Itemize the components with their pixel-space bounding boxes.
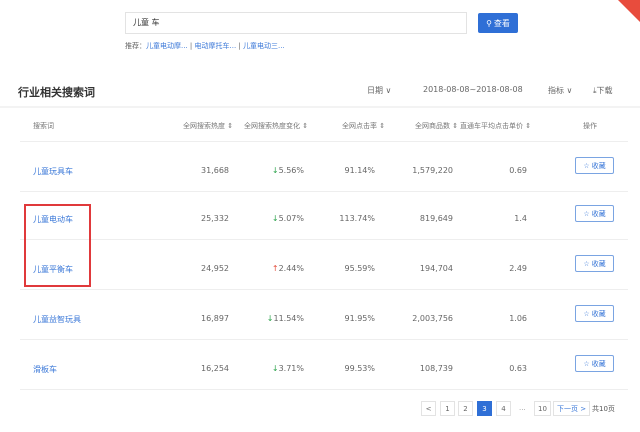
ctr-value: 91.95%: [344, 314, 375, 323]
change-value: ↓11.54%: [266, 314, 304, 323]
section-title: 行业相关搜索词: [18, 86, 95, 99]
favorite-button[interactable]: ☆ 收藏: [575, 305, 614, 322]
divider: [20, 339, 628, 340]
heat-value: 24,952: [201, 264, 229, 273]
header-heat[interactable]: 全网搜索热度 ⇕: [183, 121, 233, 131]
search-icon: ⚲: [486, 18, 492, 28]
divider: [0, 106, 640, 108]
favorite-button[interactable]: ☆ 收藏: [575, 157, 614, 174]
suggest-label: 推荐：: [125, 42, 146, 50]
items-value: 1,579,220: [412, 166, 453, 175]
suggestions: 推荐：儿童电动摩... | 电动摩托车... | 儿童电动三...: [125, 42, 285, 50]
next-page[interactable]: 下一页 >: [553, 401, 591, 416]
total-pages: 共10页: [592, 405, 615, 413]
arrow-down-icon: ↓: [271, 214, 279, 223]
ellipsis: ...: [519, 404, 526, 412]
heat-value: 16,897: [201, 314, 229, 323]
ctr-value: 91.14%: [344, 166, 375, 175]
change-value: ↑2.44%: [271, 264, 304, 273]
suggestion-link[interactable]: 儿童电动三...: [243, 42, 285, 50]
favorite-button[interactable]: ☆ 收藏: [575, 255, 614, 272]
prev-page[interactable]: <: [421, 401, 436, 416]
items-value: 108,739: [419, 364, 453, 373]
items-value: 194,704: [419, 264, 453, 273]
cpc-value: 1.06: [509, 314, 527, 323]
header-ctr[interactable]: 全网点击率 ⇕: [342, 121, 385, 131]
cpc-value: 2.49: [509, 264, 527, 273]
arrow-down-icon: ↓: [271, 364, 279, 373]
date-range[interactable]: 2018-08-08~2018-08-08: [423, 85, 523, 94]
search-button-label: 查看: [493, 18, 510, 28]
header-cpc[interactable]: 直通车平均点击单价 ⇕: [460, 121, 531, 131]
heat-value: 31,668: [201, 166, 229, 175]
ctr-value: 95.59%: [344, 264, 375, 273]
page-4[interactable]: 4: [496, 401, 511, 416]
arrow-up-icon: ↑: [271, 264, 279, 273]
metric-dropdown[interactable]: 指标 ∨: [548, 85, 572, 96]
page-10[interactable]: 10: [534, 401, 551, 416]
star-icon: ☆: [583, 259, 590, 268]
change-value: ↓5.56%: [271, 166, 304, 175]
header-action: 操作: [583, 122, 597, 130]
items-value: 2,003,756: [412, 314, 453, 323]
divider: [20, 389, 628, 390]
cpc-value: 0.63: [509, 364, 527, 373]
heat-value: 25,332: [201, 214, 229, 223]
heat-value: 16,254: [201, 364, 229, 373]
suggestion-link[interactable]: 电动摩托车...: [195, 42, 237, 50]
favorite-button[interactable]: ☆ 收藏: [575, 205, 614, 222]
header-keyword: 搜索词: [33, 122, 54, 130]
divider: [20, 141, 628, 142]
star-icon: ☆: [583, 309, 590, 318]
search-button[interactable]: ⚲ 查看: [478, 13, 518, 33]
page-2[interactable]: 2: [458, 401, 473, 416]
cpc-value: 1.4: [514, 214, 527, 223]
items-value: 819,649: [419, 214, 453, 223]
page-1[interactable]: 1: [440, 401, 455, 416]
highlight-box: [24, 204, 91, 287]
corner-badge: [618, 0, 640, 22]
divider: [20, 191, 628, 192]
ctr-value: 113.74%: [339, 214, 375, 223]
search-input[interactable]: 儿童 车: [125, 12, 467, 34]
divider: [20, 239, 628, 240]
star-icon: ☆: [583, 161, 590, 170]
suggestion-link[interactable]: 儿童电动摩...: [146, 42, 188, 50]
divider: [20, 289, 628, 290]
cpc-value: 0.69: [509, 166, 527, 175]
page-3[interactable]: 3: [477, 401, 492, 416]
change-value: ↓3.71%: [271, 364, 304, 373]
date-dropdown[interactable]: 日期 ∨: [367, 85, 391, 96]
header-change[interactable]: 全网搜索热度变化 ⇕: [244, 121, 308, 131]
keyword-link[interactable]: 滑板车: [33, 364, 57, 375]
star-icon: ☆: [583, 359, 590, 368]
arrow-down-icon: ↓: [271, 166, 279, 175]
change-value: ↓5.07%: [271, 214, 304, 223]
star-icon: ☆: [583, 209, 590, 218]
download-button[interactable]: ⤓下载: [593, 85, 613, 96]
ctr-value: 99.53%: [344, 364, 375, 373]
keyword-link[interactable]: 儿童益智玩具: [33, 314, 81, 325]
keyword-link[interactable]: 儿童玩具车: [33, 166, 73, 177]
favorite-button[interactable]: ☆ 收藏: [575, 355, 614, 372]
header-items[interactable]: 全网商品数 ⇕: [415, 121, 458, 131]
